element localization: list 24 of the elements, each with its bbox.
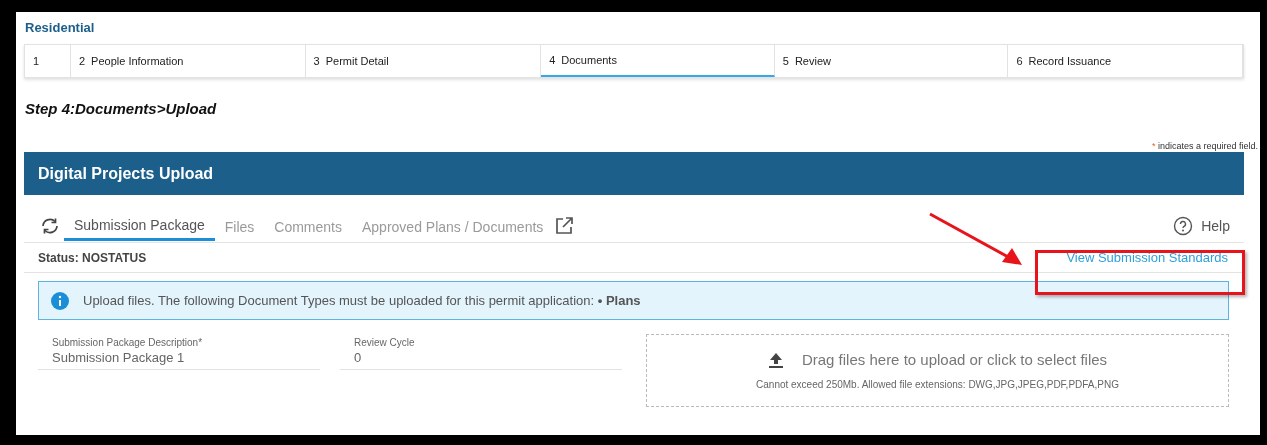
section-tab[interactable]: Submission Package [64, 213, 215, 241]
step-tab[interactable]: 4 Documents [541, 45, 775, 77]
form-field[interactable]: Submission Package Description* Submission Package 1 [38, 336, 320, 370]
required-field-note: * indicates a required field. [1150, 140, 1259, 152]
form-field[interactable]: Review Cycle 0 [340, 336, 622, 370]
help-icon [1173, 216, 1194, 236]
step-tab[interactable]: 3 Permit Detail [305, 45, 542, 77]
info-icon [51, 291, 69, 310]
step-tab[interactable]: 5 Review [774, 45, 1009, 77]
panel-title: Digital Projects Upload [38, 163, 214, 184]
record-type-title: Residential [24, 19, 96, 37]
step-tab[interactable]: 6 Record Issuance [1008, 45, 1243, 77]
step-heading: Step 4:Documents>Upload [24, 99, 218, 118]
dropzone-note: Cannot exceed 250Mb. Allowed file extensions: DWG,JPG,JPEG,PDF,PDFA,PNG [756, 378, 1119, 393]
external-link-icon[interactable] [555, 217, 574, 235]
file-dropzone[interactable]: Drag files here to upload or click to select files Cannot exceed 250Mb. Allowed file extensions: DWG,JPG,JPEG,PDF,PDFA,PNG [646, 334, 1229, 407]
step-tab[interactable]: 1 [25, 45, 71, 77]
step-tab[interactable]: 2 People Information [70, 45, 306, 77]
upload-icon [767, 352, 784, 368]
refresh-icon[interactable] [40, 217, 60, 235]
info-message: Upload files. The following Document Types must be uploaded for this permit application: • Plans [83, 291, 641, 310]
help-button[interactable]: Help [1173, 213, 1230, 239]
dropzone-title: Drag files here to upload or click to select files [801, 349, 1108, 370]
status-text: Status: NOSTATUS [38, 249, 147, 267]
